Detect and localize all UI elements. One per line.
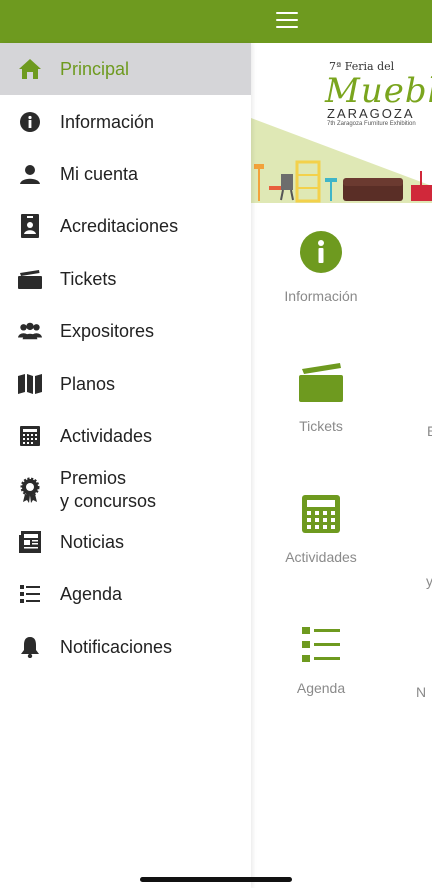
sidebar-item-label-line1: Premios	[60, 468, 127, 488]
sidebar-item-label: Expositores	[60, 320, 155, 341]
furniture-illustration	[251, 118, 432, 203]
home-icon	[18, 57, 42, 81]
badge-icon	[18, 214, 42, 238]
event-banner: 7ª Feria del Mueble ZARAGOZA 7th Zaragoz…	[251, 43, 432, 203]
sidebar-item-principal[interactable]: Principal	[0, 43, 251, 95]
tile-edge-label: E	[427, 423, 432, 439]
map-icon	[18, 372, 42, 396]
ticket-icon	[299, 363, 343, 402]
sidebar-item-mi-cuenta[interactable]: Mi cuenta	[0, 148, 251, 200]
sidebar-item-label: Tickets	[60, 268, 117, 289]
tile-actividades[interactable]: Actividades	[251, 494, 391, 565]
sidebar-item-label: Planos	[60, 373, 116, 394]
sidebar-item-expositores[interactable]: Expositores	[0, 305, 251, 357]
tile-label: Tickets	[299, 418, 343, 434]
sidebar-item-informacion[interactable]: Información	[0, 96, 251, 148]
award-icon	[18, 477, 42, 503]
sidebar-item-premios[interactable]: Premios y concursos	[0, 463, 251, 517]
sidebar-item-label: Principal	[60, 58, 130, 79]
sidebar-item-tickets[interactable]: Tickets	[0, 253, 251, 305]
sidebar-item-label: Noticias	[60, 531, 125, 552]
ticket-icon	[18, 267, 42, 291]
tile-informacion[interactable]: Información	[251, 231, 391, 304]
home-indicator[interactable]	[140, 877, 292, 882]
tile-label: Actividades	[285, 549, 357, 565]
sidebar-item-label: Mi cuenta	[60, 163, 139, 184]
info-icon	[18, 110, 42, 134]
user-icon	[18, 162, 42, 186]
sidebar-item-noticias[interactable]: Noticias	[0, 516, 251, 568]
navigation-drawer: Principal Información Mi cuenta Acredita…	[0, 43, 251, 888]
calendar-icon	[18, 424, 42, 448]
group-icon	[18, 319, 42, 343]
top-app-bar	[0, 0, 432, 43]
sidebar-item-planos[interactable]: Planos	[0, 358, 251, 410]
tile-tickets[interactable]: Tickets	[251, 363, 391, 434]
sidebar-item-label: Información	[60, 111, 155, 132]
hamburger-menu-icon[interactable]	[276, 12, 298, 30]
info-circle-icon	[300, 231, 342, 273]
newspaper-icon	[18, 530, 42, 554]
sidebar-item-label: Actividades	[60, 425, 153, 446]
main-content: 7ª Feria del Mueble ZARAGOZA 7th Zaragoz…	[251, 43, 432, 888]
tile-label: Información	[284, 288, 358, 304]
list-icon	[302, 627, 340, 662]
sidebar-item-label-line2: y concursos	[60, 491, 157, 511]
tile-agenda[interactable]: Agenda	[251, 625, 391, 696]
sidebar-item-actividades[interactable]: Actividades	[0, 410, 251, 462]
tile-edge-label: y	[426, 573, 432, 589]
bell-icon	[18, 635, 42, 659]
banner-line-2: Mueble	[325, 71, 432, 111]
tile-label: Agenda	[296, 680, 346, 696]
calendar-icon	[302, 495, 340, 533]
tile-edge-label: N	[416, 684, 427, 700]
sidebar-item-acreditaciones[interactable]: Acreditaciones	[0, 200, 251, 252]
list-icon	[18, 582, 42, 606]
sidebar-item-notificaciones[interactable]: Notificaciones	[0, 621, 251, 673]
sidebar-item-agenda[interactable]: Agenda	[0, 568, 251, 620]
sidebar-item-label: Acreditaciones	[60, 215, 179, 236]
sidebar-item-label: Notificaciones	[60, 636, 173, 657]
sidebar-item-label: Premios y concursos	[60, 467, 156, 513]
sidebar-item-label: Agenda	[60, 583, 123, 604]
